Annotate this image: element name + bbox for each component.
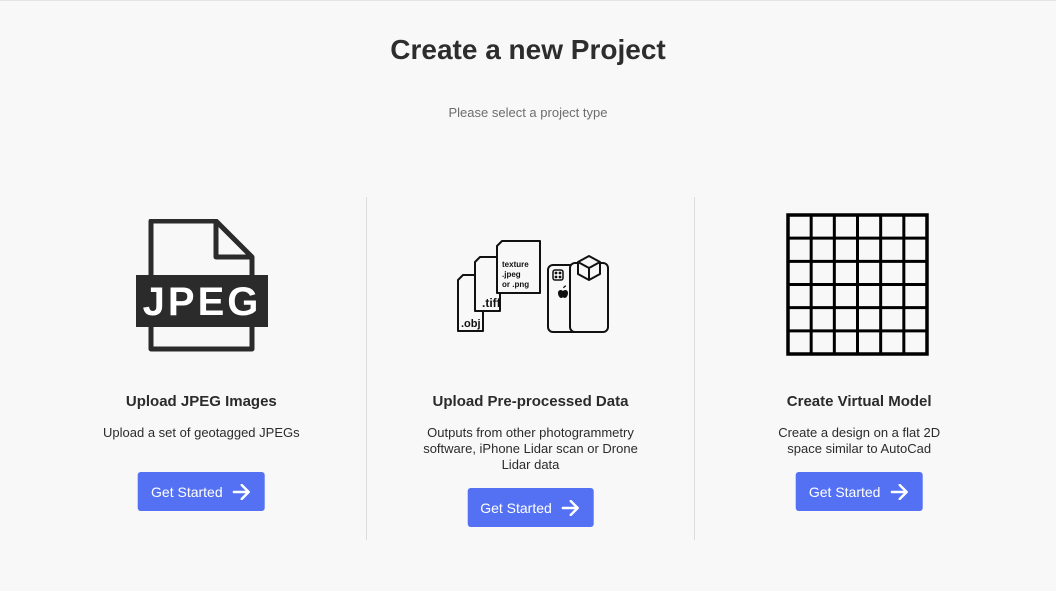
card-title: Upload Pre-processed Data bbox=[432, 393, 629, 410]
button-label: Get Started bbox=[151, 483, 223, 500]
arrow-right-icon bbox=[232, 483, 250, 500]
preprocessed-data-icon: .obj .tiff texture .jpeg or .png bbox=[367, 197, 695, 367]
get-started-button-virtual-model[interactable]: Get Started bbox=[795, 472, 923, 511]
card-description: Upload a set of geotagged JPEGs bbox=[103, 425, 300, 440]
arrow-right-icon bbox=[890, 483, 908, 500]
button-label: Get Started bbox=[480, 499, 552, 516]
card-description: Outputs from other photogrammetry softwa… bbox=[423, 425, 638, 472]
jpeg-icon-text: JPEG bbox=[143, 280, 262, 324]
project-type-card-jpeg: JPEG Upload JPEG Images Upload a set of … bbox=[37, 197, 366, 540]
texture-label: texture bbox=[502, 260, 529, 269]
png-label: or .png bbox=[502, 280, 529, 289]
get-started-button-jpeg[interactable]: Get Started bbox=[138, 472, 265, 511]
jpeg-label: .jpeg bbox=[502, 270, 521, 279]
project-type-card-preprocessed: .obj .tiff texture .jpeg or .png Upload … bbox=[365, 197, 695, 540]
button-label: Get Started bbox=[808, 483, 881, 500]
project-type-card-virtual-model: Create Virtual Model Create a design on … bbox=[694, 197, 1023, 540]
card-description: Create a design on a flat 2D space simil… bbox=[778, 425, 941, 456]
create-project-page: Create a new Project Please select a pro… bbox=[0, 0, 1056, 591]
jpeg-file-icon: JPEG bbox=[37, 197, 366, 367]
card-title: Upload JPEG Images bbox=[125, 393, 277, 410]
project-type-list: JPEG Upload JPEG Images Upload a set of … bbox=[37, 197, 1023, 540]
arrow-right-icon bbox=[561, 499, 579, 516]
grid-icon bbox=[695, 197, 1023, 367]
page-title: Create a new Project bbox=[390, 34, 666, 65]
tiff-label: .tiff bbox=[482, 296, 502, 310]
obj-label: .obj bbox=[461, 318, 481, 330]
get-started-button-preprocessed[interactable]: Get Started bbox=[467, 488, 594, 527]
page-subtitle: Please select a project type bbox=[448, 105, 608, 120]
card-title: Create Virtual Model bbox=[786, 393, 932, 410]
